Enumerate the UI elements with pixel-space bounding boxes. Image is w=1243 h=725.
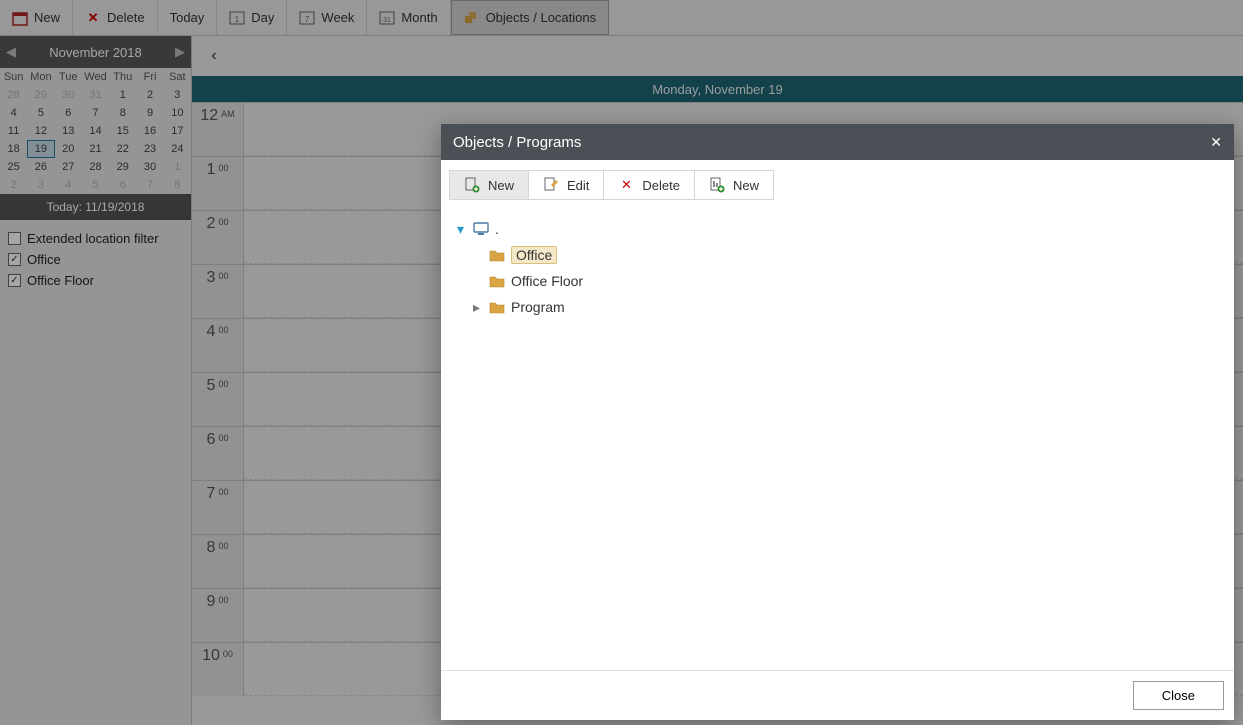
object-tree: ▾ . Office Office Floor ▸ Program bbox=[441, 206, 1234, 670]
new-page-icon bbox=[464, 177, 480, 193]
tree-node[interactable]: Office Floor bbox=[453, 268, 1222, 294]
dialog-title: Objects / Programs bbox=[453, 134, 581, 151]
folder-icon bbox=[489, 248, 505, 262]
dialog-new2-label: New bbox=[733, 178, 759, 193]
tree-node-label: Program bbox=[511, 299, 565, 315]
computer-icon bbox=[473, 222, 489, 236]
dialog-new1-label: New bbox=[488, 178, 514, 193]
tree-node-label: Office bbox=[511, 246, 557, 264]
folder-icon bbox=[489, 300, 505, 314]
dialog-new-object-button[interactable]: New bbox=[449, 170, 529, 200]
expander-open-icon[interactable]: ▾ bbox=[457, 221, 467, 238]
dialog-toolbar: New Edit ✕ Delete New bbox=[441, 160, 1234, 206]
tree-node-label: Office Floor bbox=[511, 273, 583, 289]
folder-icon bbox=[489, 274, 505, 288]
dialog-edit-button[interactable]: Edit bbox=[529, 170, 604, 200]
dialog-delete-button[interactable]: ✕ Delete bbox=[604, 170, 695, 200]
tree-node[interactable]: Office bbox=[453, 242, 1222, 268]
dialog-close-icon[interactable]: ✕ bbox=[1210, 134, 1222, 151]
dialog-new-program-button[interactable]: New bbox=[695, 170, 774, 200]
delete-x-icon: ✕ bbox=[618, 177, 634, 193]
dialog-footer: Close bbox=[441, 670, 1234, 720]
tree-root-node[interactable]: ▾ . bbox=[453, 216, 1222, 242]
objects-programs-dialog: Objects / Programs ✕ New Edit ✕ Delete bbox=[441, 124, 1234, 720]
tree-root-label: . bbox=[495, 221, 499, 237]
dialog-edit-label: Edit bbox=[567, 178, 589, 193]
tree-node[interactable]: ▸ Program bbox=[453, 294, 1222, 320]
dialog-delete-label: Delete bbox=[642, 178, 680, 193]
expander-closed-icon[interactable]: ▸ bbox=[473, 299, 483, 316]
edit-page-icon bbox=[543, 177, 559, 193]
dialog-titlebar[interactable]: Objects / Programs ✕ bbox=[441, 124, 1234, 160]
dialog-close-button[interactable]: Close bbox=[1133, 681, 1224, 710]
new-report-icon bbox=[709, 177, 725, 193]
